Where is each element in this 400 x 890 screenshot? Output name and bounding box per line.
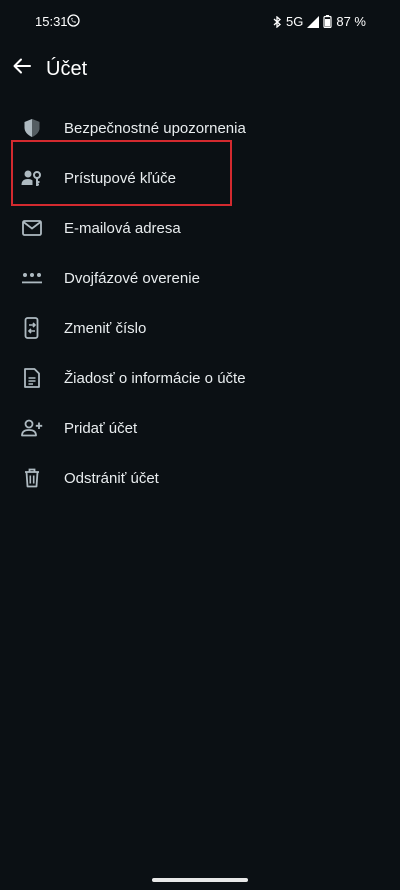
menu-item-email-address[interactable]: E-mailová adresa [0, 203, 400, 253]
home-indicator[interactable] [152, 878, 248, 882]
bluetooth-icon [272, 15, 282, 28]
arrow-back-icon [13, 58, 31, 79]
shield-icon [21, 117, 43, 139]
mail-icon [21, 217, 43, 239]
battery-icon [323, 15, 332, 28]
menu-item-label: Pridať účet [64, 419, 138, 437]
menu-item-label: E-mailová adresa [64, 219, 181, 237]
menu-list: Bezpečnostné upozornenia Prístupové kľúč… [0, 103, 400, 503]
status-time: 15:31 [35, 14, 68, 29]
page-title: Účet [46, 58, 88, 80]
viber-notification-icon [67, 14, 80, 27]
back-button[interactable] [8, 54, 36, 82]
menu-item-label: Bezpečnostné upozornenia [64, 119, 246, 137]
menu-item-label: Zmeniť číslo [64, 319, 147, 337]
menu-item-label: Žiadosť o informácie o účte [64, 369, 246, 387]
add-person-icon [21, 417, 43, 439]
network-type: 5G [286, 14, 304, 29]
menu-item-label: Odstrániť účet [64, 469, 159, 487]
menu-item-passkeys[interactable]: Prístupové kľúče [0, 153, 400, 203]
app-bar: Účet [0, 44, 400, 100]
signal-icon [307, 15, 320, 28]
status-icons: 5G 87 % [272, 14, 366, 29]
phone-change-icon [21, 317, 43, 339]
screen: 15:31 5G 87 % Účet Bezpečnostné upozorne… [0, 0, 400, 890]
document-icon [21, 367, 43, 389]
menu-item-label: Dvojfázové overenie [64, 269, 200, 287]
menu-item-delete-account[interactable]: Odstrániť účet [0, 453, 400, 503]
menu-item-label: Prístupové kľúče [64, 169, 176, 187]
menu-item-request-account-info[interactable]: Žiadosť o informácie o účte [0, 353, 400, 403]
battery-level: 87 % [336, 14, 366, 29]
menu-item-security-notifications[interactable]: Bezpečnostné upozornenia [0, 103, 400, 153]
status-bar: 15:31 5G 87 % [0, 0, 400, 44]
trash-icon [21, 467, 43, 489]
menu-item-add-account[interactable]: Pridať účet [0, 403, 400, 453]
menu-item-two-step-verification[interactable]: Dvojfázové overenie [0, 253, 400, 303]
menu-item-change-number[interactable]: Zmeniť číslo [0, 303, 400, 353]
dots-icon [21, 267, 43, 289]
passkey-icon [21, 167, 43, 189]
